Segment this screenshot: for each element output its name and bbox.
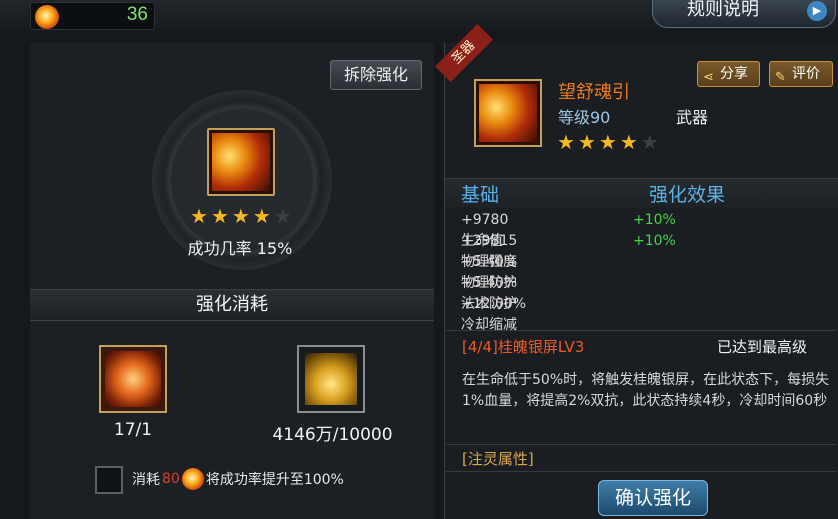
- star-icon: ★: [598, 130, 617, 154]
- consume-prefix: 消耗: [132, 472, 160, 488]
- confirm-enhance-button[interactable]: 确认强化: [598, 480, 708, 516]
- star-empty-icon: ★: [273, 204, 292, 228]
- skill-name: [4/4]桂魄银屏LV3: [462, 338, 585, 356]
- rules-button[interactable]: 规则说明 ▶: [652, 0, 836, 28]
- skill-description: 在生命低于50%时，将触发桂魄银屏，在此状态下，每损失1%血量，将提高2%双抗，…: [462, 372, 830, 409]
- consume-checkbox[interactable]: [95, 466, 123, 494]
- star-icon: ★: [231, 204, 250, 228]
- share-button[interactable]: ⋖ 分享: [697, 61, 760, 87]
- soul-flame-icon: [35, 5, 59, 29]
- success-rate: 成功几率 15%: [187, 239, 293, 258]
- cost-title: 强化消耗: [30, 289, 434, 321]
- weapon-slot[interactable]: [207, 128, 275, 196]
- star-empty-icon: ★: [640, 130, 659, 154]
- share-label: 分享: [720, 66, 748, 82]
- star-icon: ★: [210, 204, 229, 228]
- star-icon: ★: [557, 130, 575, 154]
- material-slot-stone[interactable]: [99, 345, 167, 413]
- chevron-right-icon: ▶: [807, 1, 827, 21]
- soul-flame-icon: [181, 468, 204, 490]
- skill-status: 已达到最高级: [717, 338, 808, 356]
- star-icon: ★: [577, 130, 596, 154]
- remove-enhance-button[interactable]: 拆除强化: [330, 60, 422, 90]
- star-icon: ★: [619, 130, 638, 154]
- star-icon: ★: [252, 204, 271, 228]
- star-icon: ★: [190, 204, 208, 228]
- effect-title: 强化效果: [649, 184, 726, 206]
- stat-bonus: +10%: [633, 212, 676, 228]
- consume-suffix: 将成功率提升至100%: [205, 472, 344, 488]
- base-title: 基础: [461, 184, 500, 206]
- item-level: 等级90: [558, 108, 611, 127]
- material-count: 4146万/10000: [272, 425, 393, 445]
- weapon-icon: [479, 84, 537, 142]
- currency-display: 36: [30, 2, 155, 30]
- item-name: 望舒魂引: [558, 82, 630, 103]
- star-rating: ★ ★ ★ ★ ★: [190, 206, 292, 226]
- spirit-label[interactable]: [注灵属性]: [462, 448, 534, 469]
- currency-value: 36: [126, 4, 148, 25]
- stats-header: [445, 178, 838, 208]
- share-icon: ⋖: [703, 70, 714, 85]
- stat-bonus: +10%: [633, 233, 676, 249]
- weapon-icon: [212, 133, 270, 191]
- item-slot[interactable]: [474, 79, 542, 147]
- item-star-rating: ★ ★ ★ ★ ★: [557, 132, 659, 152]
- enhance-stone-icon: [105, 351, 161, 407]
- material-slot-gold[interactable]: [297, 345, 365, 413]
- edit-icon: ✎: [775, 70, 786, 85]
- consume-amount: 80: [162, 471, 180, 487]
- item-type: 武器: [676, 108, 709, 127]
- consume-option: 消耗 80 将成功率提升至100%: [132, 468, 344, 490]
- review-button[interactable]: ✎ 评价: [769, 61, 833, 87]
- material-count: 17/1: [113, 420, 153, 440]
- rules-button-label: 规则说明: [687, 0, 759, 20]
- review-label: 评价: [792, 66, 820, 82]
- gold-coins-icon: [305, 353, 357, 405]
